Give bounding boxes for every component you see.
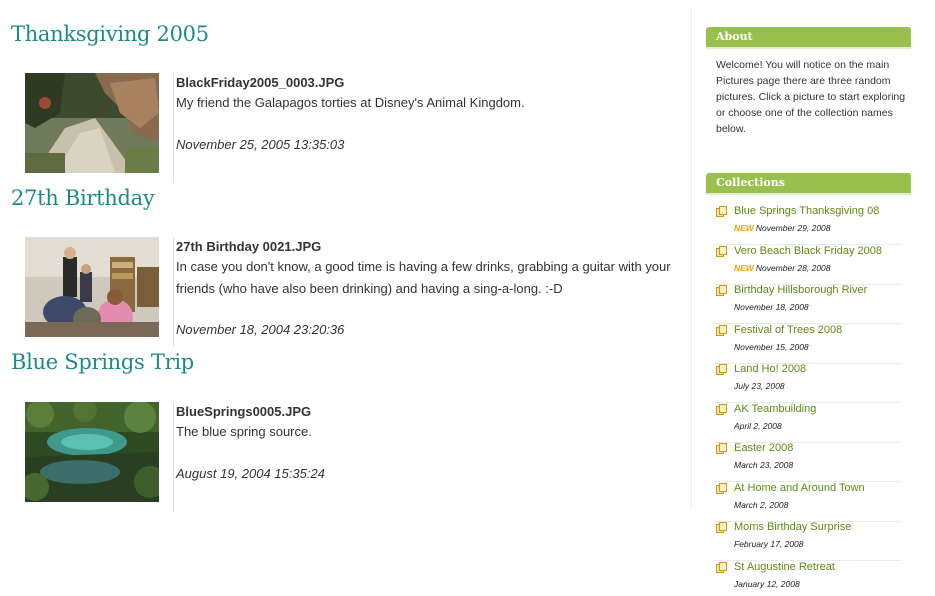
photo-filename[interactable]: BlueSprings0005.JPG [176,403,686,421]
entry-text: 27th Birthday 0021.JPG In case you don't… [176,238,686,300]
collection-item[interactable]: Vero Beach Black Friday 2008 NEW November… [714,245,901,285]
collection-item[interactable]: Birthday Hillsborough River November 18,… [714,284,901,324]
collection-item[interactable]: At Home and Around Town March 2, 2008 [714,482,901,522]
photo-date: November 18, 2004 23:20:36 [176,322,345,337]
collection-link[interactable]: At Home and Around Town [734,482,865,494]
collection-link[interactable]: Easter 2008 [734,442,793,454]
photo-description: The blue spring source. [176,424,312,439]
collection-date: January 12, 2008 [734,579,800,589]
collection-icon [716,206,727,217]
collection-icon [716,562,727,573]
collection-icon [716,325,727,336]
collection-date-text: November 28, 2008 [755,263,831,273]
collection-icon [716,246,727,257]
photo-entry: BlueSprings0005.JPG The blue spring sour… [25,402,685,512]
collection-item[interactable]: Festival of Trees 2008 November 15, 2008 [714,324,901,364]
collection-link[interactable]: Blue Springs Thanksgiving 08 [734,205,879,217]
collection-date: NEW November 29, 2008 [734,223,831,233]
new-badge: NEW [734,263,754,273]
collection-item[interactable]: Land Ho! 2008 July 23, 2008 [714,363,901,403]
collection-link[interactable]: Moms Birthday Surprise [734,521,851,533]
entry-divider [173,73,174,183]
collection-item[interactable]: Easter 2008 March 23, 2008 [714,442,901,482]
photo-entry: 27th Birthday 0021.JPG In case you don't… [25,237,685,347]
collection-date: November 15, 2008 [734,342,809,352]
collection-item[interactable]: Moms Birthday Surprise February 17, 2008 [714,521,901,561]
photo-description: My friend the Galapagos torties at Disne… [176,95,525,110]
collection-icon [716,404,727,415]
photo-filename[interactable]: BlackFriday2005_0003.JPG [176,74,686,92]
collection-link[interactable]: Land Ho! 2008 [734,363,806,375]
collection-link[interactable]: AK Teambuilding [734,403,816,415]
entry-text: BlueSprings0005.JPG The blue spring sour… [176,403,686,443]
column-divider [691,8,692,508]
photo-filename[interactable]: 27th Birthday 0021.JPG [176,238,686,256]
about-text: Welcome! You will notice on the main Pic… [716,59,906,135]
collection-link[interactable]: St Augustine Retreat [734,561,835,573]
collection-item[interactable]: AK Teambuilding April 2, 2008 [714,403,901,443]
collection-icon [716,522,727,533]
collection-link[interactable]: Festival of Trees 2008 [734,324,842,336]
collection-date: March 23, 2008 [734,460,794,470]
collection-icon [716,483,727,494]
entry-divider [173,402,174,512]
rocky-path-photo[interactable] [25,73,159,173]
photo-date: November 25, 2005 13:35:03 [176,137,345,152]
about-header-shadow [706,47,911,49]
collection-icon [716,285,727,296]
section-title-thanksgiving-2005[interactable]: Thanksgiving 2005 [11,22,209,46]
collection-date: February 17, 2008 [734,539,804,549]
section-title-27th-birthday[interactable]: 27th Birthday [11,186,155,210]
section-title-blue-springs-trip[interactable]: Blue Springs Trip [11,350,194,374]
new-badge: NEW [734,223,754,233]
collection-date: NEW November 28, 2008 [734,263,831,273]
entry-text: BlackFriday2005_0003.JPG My friend the G… [176,74,686,114]
collections-header: Collections [706,173,911,193]
photo-date: August 19, 2004 15:35:24 [176,466,325,481]
collection-icon [716,443,727,454]
collection-item[interactable]: Blue Springs Thanksgiving 08 NEW November… [714,205,901,245]
collection-date: November 18, 2008 [734,302,809,312]
collection-link[interactable]: Birthday Hillsborough River [734,284,867,296]
collection-item[interactable]: St Augustine Retreat January 12, 2008 [714,561,901,595]
collection-date: April 2, 2008 [734,421,782,431]
entry-divider [173,237,174,347]
collection-date-text: November 29, 2008 [755,223,831,233]
blue-spring-photo[interactable] [25,402,159,502]
main-content: Thanksgiving 2005 BlackFriday2005_0003.J… [0,0,690,596]
photo-entry: BlackFriday2005_0003.JPG My friend the G… [25,73,685,183]
photo-description: In case you don't know, a good time is h… [176,259,671,296]
collection-date: July 23, 2008 [734,381,785,391]
collection-icon [716,364,727,375]
about-header: About [706,27,911,47]
party-room-photo[interactable] [25,237,159,337]
collection-link[interactable]: Vero Beach Black Friday 2008 [734,245,882,257]
collection-date: March 2, 2008 [734,500,789,510]
collections-header-shadow [706,193,911,195]
